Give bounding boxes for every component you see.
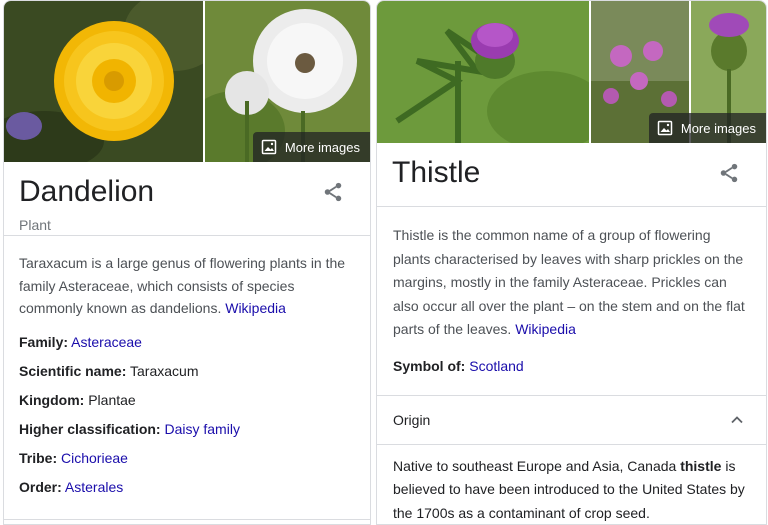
fact-row: Symbol of: Scotland [393, 352, 750, 381]
fact-row: Kingdom: Plantae [19, 386, 355, 415]
chevron-up-icon [731, 415, 743, 423]
image-icon [261, 139, 277, 155]
dandelion-image-strip: More images [4, 1, 370, 162]
origin-heading: Origin [393, 411, 431, 428]
share-icon[interactable] [718, 162, 740, 184]
fact-row: Order: Asterales [19, 473, 355, 502]
fact-label: Kingdom: [19, 391, 85, 408]
fact-row: Scientific name: Taraxacum [19, 357, 355, 386]
fact-row: Family: Asteraceae [19, 328, 355, 357]
dandelion-knowledge-panel: More images Dandelion Plant Taraxacum is… [3, 0, 371, 525]
wikipedia-link[interactable]: Wikipedia [515, 321, 576, 337]
dandelion-description: Taraxacum is a large genus of flowering … [4, 236, 370, 328]
fact-value-link[interactable]: Asterales [65, 479, 123, 495]
fact-label: Scientific name: [19, 362, 127, 379]
dandelion-facts: Family: Asteraceae Scientific name: Tara… [4, 328, 370, 502]
thistle-description: Thistle is the common name of a group of… [377, 207, 766, 342]
origin-text-bold: thistle [680, 457, 722, 474]
origin-text-part: Native to southeast Europe and Asia, Can… [393, 457, 681, 474]
description-text: Taraxacum is a large genus of flowering … [19, 255, 346, 316]
page-title: Dandelion [19, 175, 155, 208]
divider [4, 519, 370, 520]
page-title: Thistle [392, 156, 481, 189]
fact-row: Higher classification: Daisy family [19, 415, 355, 444]
fact-row: Tribe: Cichorieae [19, 444, 355, 473]
fact-value-link[interactable]: Cichorieae [61, 450, 128, 466]
thistle-image-strip: More images [377, 1, 766, 143]
image-icon [657, 120, 673, 136]
wikipedia-link[interactable]: Wikipedia [225, 300, 286, 316]
fact-label: Symbol of: [393, 357, 466, 374]
origin-text: Native to southeast Europe and Asia, Can… [377, 445, 766, 525]
dandelion-flower-image[interactable] [4, 1, 203, 162]
more-images-label: More images [284, 139, 360, 155]
origin-section-toggle[interactable]: Origin [377, 396, 766, 445]
share-icon[interactable] [322, 181, 344, 203]
thistle-more-images-button[interactable]: More images [648, 113, 766, 143]
fact-value: Taraxacum [130, 362, 199, 379]
thistle-facts: Symbol of: Scotland [377, 342, 766, 396]
thistle-flower-image[interactable] [377, 1, 589, 143]
fact-value-link[interactable]: Scotland [469, 358, 523, 374]
dandelion-more-images-button[interactable]: More images [252, 132, 370, 162]
thistle-knowledge-panel: More images Thistle Thistle is the commo… [376, 0, 767, 525]
more-images-label: More images [680, 120, 756, 136]
fact-label: Family: [19, 333, 69, 350]
fact-label: Order: [19, 478, 62, 495]
thistle-title-block: Thistle [377, 143, 766, 207]
entity-type: Plant [19, 217, 51, 233]
fact-value: Plantae [88, 391, 136, 408]
dandelion-seedhead-image[interactable]: More images [205, 1, 370, 162]
fact-value-link[interactable]: Daisy family [164, 421, 239, 437]
fact-value-link[interactable]: Asteraceae [71, 334, 142, 350]
fact-label: Higher classification: [19, 420, 161, 437]
dandelion-title-block: Dandelion Plant [4, 162, 370, 236]
fact-label: Tribe: [19, 449, 58, 466]
